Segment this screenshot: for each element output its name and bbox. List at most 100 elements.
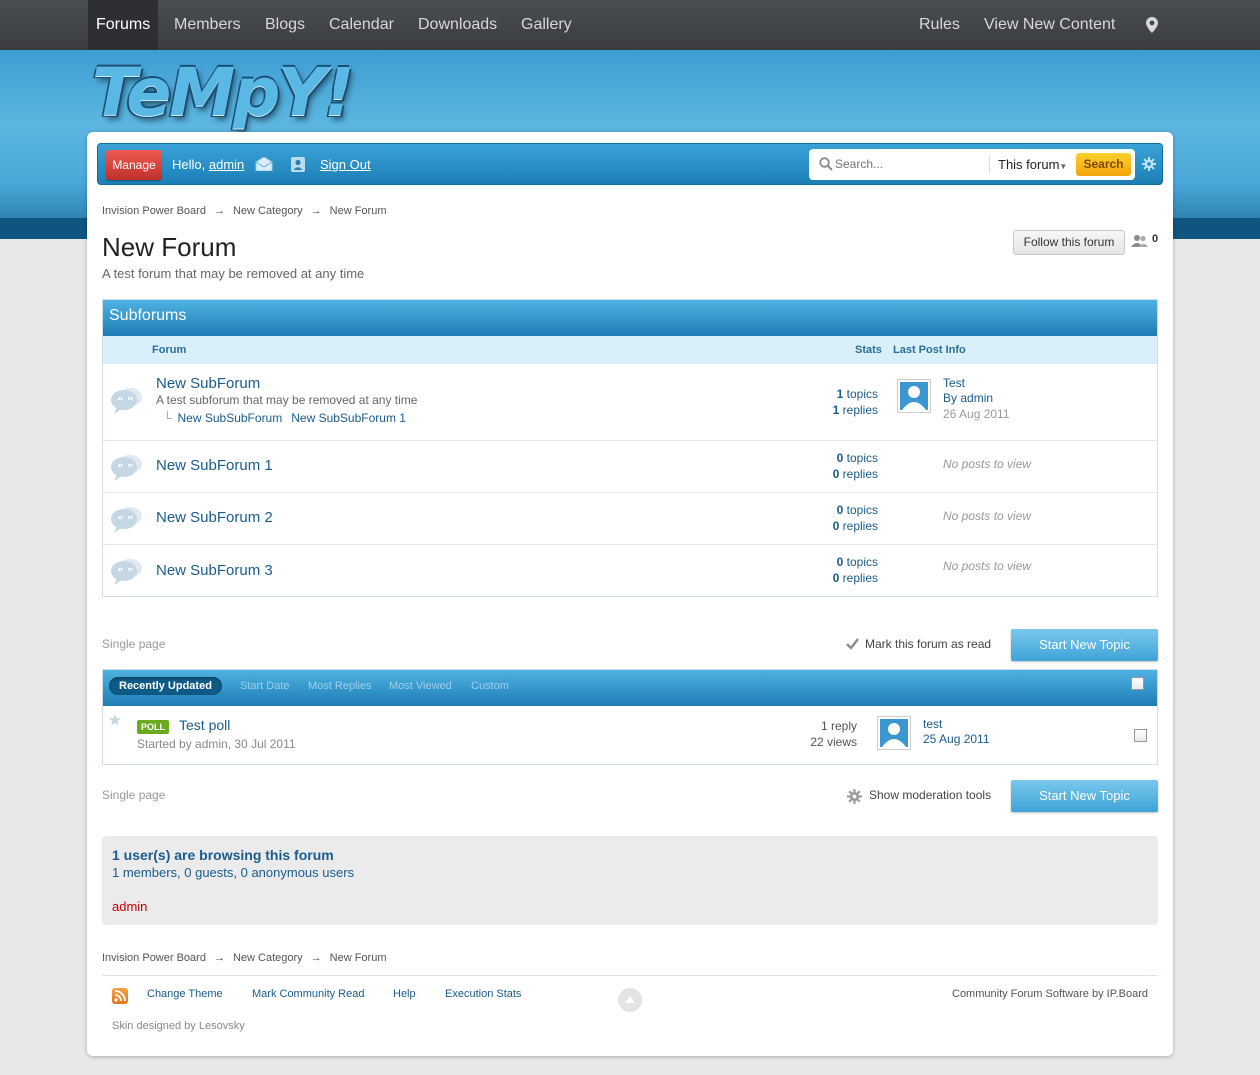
svg-text:“ ”: “ ” [117, 567, 134, 578]
tab-most-replies[interactable]: Most Replies [308, 680, 372, 692]
topic-views: 22 views [810, 735, 857, 749]
start-new-topic-button[interactable]: Start New Topic [1011, 780, 1158, 812]
subforum-stats: 0 topics 0 replies [803, 554, 878, 586]
breadcrumb: Invision Power Board → New Category → New Fo… [102, 205, 387, 217]
topic-started-by: Started by admin, 30 Jul 2011 [137, 737, 296, 751]
breadcrumb-category[interactable]: New Category [233, 952, 303, 964]
search-input[interactable] [835, 154, 985, 174]
replies-word: replies [839, 519, 878, 533]
start-new-topic-button[interactable]: Start New Topic [1011, 629, 1158, 661]
column-forum: Forum [152, 344, 187, 356]
footer-mark-community-read[interactable]: Mark Community Read [252, 988, 364, 1000]
topic-title[interactable]: Test poll [179, 717, 230, 733]
breadcrumb-home[interactable]: Invision Power Board [102, 205, 206, 217]
profile-card-icon[interactable] [291, 156, 305, 172]
username-link[interactable]: admin [209, 157, 244, 172]
up-arrow-icon [625, 996, 635, 1003]
last-post-author-link[interactable]: admin [960, 391, 993, 405]
active-users-box: 1 user(s) are browsing this forum 1 memb… [102, 836, 1158, 925]
mark-forum-read-link[interactable]: Mark this forum as read [865, 637, 991, 651]
pagination-text: Single page [102, 788, 166, 802]
avatar[interactable] [897, 379, 931, 413]
last-post-date: 26 Aug 2011 [943, 407, 1010, 421]
site-logo[interactable]: TeMpY! [92, 54, 354, 131]
poll-badge: POLL [137, 720, 169, 734]
replies-count-line: 1 replies [803, 402, 878, 418]
breadcrumb-category[interactable]: New Category [233, 205, 303, 217]
subforum-row: “ ” New SubForum 1 0 topics 0 replies No… [103, 441, 1157, 493]
greeting: Hello, admin [172, 157, 244, 172]
search-icon [819, 157, 833, 171]
dropdown-arrow-icon: ▼ [1059, 162, 1068, 171]
last-post-author: By admin [943, 391, 993, 405]
breadcrumb-arrow: → [310, 952, 322, 964]
topic-select-checkbox[interactable] [1134, 729, 1147, 742]
nav-members[interactable]: Members [166, 0, 249, 50]
greeting-text: Hello, [172, 157, 209, 172]
nav-view-new-content[interactable]: View New Content [976, 0, 1123, 50]
star-icon[interactable] [109, 714, 121, 726]
followers-icon[interactable] [1131, 234, 1149, 248]
topic-replies: 1 reply [820, 719, 857, 733]
tab-recently-updated[interactable]: Recently Updated [109, 677, 222, 695]
svg-text:“ ”: “ ” [117, 463, 134, 474]
nav-downloads[interactable]: Downloads [410, 0, 505, 50]
powered-by[interactable]: Community Forum Software by IP.Board [952, 988, 1148, 1000]
footer-change-theme[interactable]: Change Theme [147, 988, 223, 1000]
tab-start-date[interactable]: Start Date [240, 680, 290, 692]
topics-table: Recently Updated Start Date Most Replies… [102, 669, 1158, 765]
footer-execution-stats[interactable]: Execution Stats [445, 988, 521, 1000]
column-last-post: Last Post Info [893, 344, 966, 356]
no-posts-text: No posts to view [943, 457, 1032, 471]
nav-forums[interactable]: Forums [88, 0, 159, 50]
search-scope-dropdown[interactable]: This forum▼ [998, 157, 1067, 172]
tab-most-viewed[interactable]: Most Viewed [389, 680, 452, 692]
subforum-row: “ ” New SubForum 3 0 topics 0 replies No… [103, 545, 1157, 597]
column-stats: Stats [855, 344, 882, 356]
manage-button[interactable]: Manage [106, 150, 162, 180]
select-all-checkbox[interactable] [1131, 677, 1144, 690]
rss-glyph-icon [114, 990, 126, 1002]
breadcrumb-current: New Forum [329, 205, 387, 217]
nav-rules[interactable]: Rules [911, 0, 968, 50]
subforum-stats: 0 topics 0 replies [803, 450, 878, 482]
checkmark-icon [846, 638, 859, 650]
messenger-icon[interactable] [255, 157, 273, 171]
search-button[interactable]: Search [1076, 153, 1131, 176]
no-posts-text: No posts to view [943, 559, 1032, 573]
by-prefix: By [943, 391, 961, 405]
last-post-date[interactable]: 25 Aug 2011 [923, 732, 990, 746]
follow-forum-button[interactable]: Follow this forum [1013, 230, 1125, 255]
show-moderation-tools-link[interactable]: Show moderation tools [869, 788, 991, 802]
topics-count-line: 1 topics [803, 386, 878, 402]
nav-calendar[interactable]: Calendar [321, 0, 402, 50]
nav-blogs[interactable]: Blogs [257, 0, 313, 50]
search-settings-gear-icon[interactable] [1142, 157, 1156, 171]
replies-count-line: 0 replies [803, 466, 878, 482]
subsubforum-link[interactable]: New SubSubForum 1 [291, 411, 406, 425]
breadcrumb-home[interactable]: Invision Power Board [102, 952, 206, 964]
location-pin-icon[interactable] [1146, 17, 1158, 33]
last-post-title[interactable]: Test [943, 376, 965, 390]
last-post-user[interactable]: test [923, 717, 942, 731]
subforum-title[interactable]: New SubForum 1 [156, 457, 273, 474]
child-branch-icon: └ [163, 411, 172, 425]
forum-read-icon: “ ” [111, 388, 142, 414]
subforum-title[interactable]: New SubForum [156, 375, 260, 392]
tab-custom[interactable]: Custom [471, 680, 509, 692]
subforum-title[interactable]: New SubForum 2 [156, 509, 273, 526]
avatar[interactable] [877, 716, 911, 750]
default-avatar-icon [882, 723, 906, 747]
nav-gallery[interactable]: Gallery [513, 0, 580, 50]
sign-out-link[interactable]: Sign Out [320, 157, 371, 172]
footer-help[interactable]: Help [393, 988, 416, 1000]
forum-read-icon: “ ” [111, 455, 142, 481]
back-to-top-icon[interactable] [618, 988, 642, 1012]
active-user-link[interactable]: admin [112, 899, 147, 914]
rss-icon[interactable] [112, 988, 128, 1004]
topics-word: topics [843, 451, 878, 465]
topics-word: topics [843, 387, 878, 401]
subforum-stats: 0 topics 0 replies [803, 502, 878, 534]
subsubforum-link[interactable]: New SubSubForum [178, 411, 283, 425]
subforum-title[interactable]: New SubForum 3 [156, 562, 273, 579]
